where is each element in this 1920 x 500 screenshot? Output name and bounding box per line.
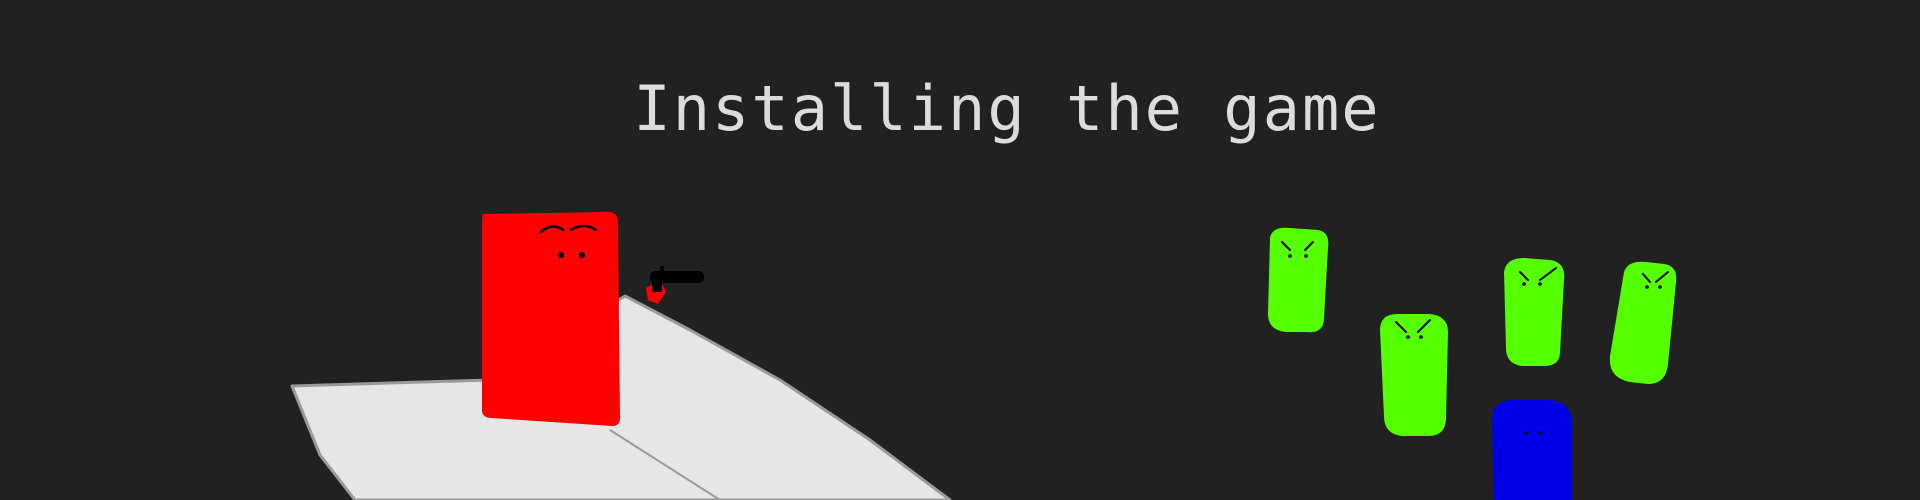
player-eye-right [579, 252, 585, 258]
red-block-player [482, 212, 620, 426]
blue-enemy [1492, 400, 1572, 500]
green-enemy-2 [1380, 314, 1448, 436]
game-stage: Installing the game [0, 0, 1920, 500]
green-enemy-3 [1504, 258, 1565, 366]
green-enemy-4 [1609, 261, 1677, 384]
ramp-platform [290, 294, 952, 500]
gun-icon [650, 266, 704, 292]
loading-title: Installing the game [633, 72, 1381, 145]
green-enemy-1 [1268, 227, 1329, 333]
player-eye-left [558, 252, 564, 258]
